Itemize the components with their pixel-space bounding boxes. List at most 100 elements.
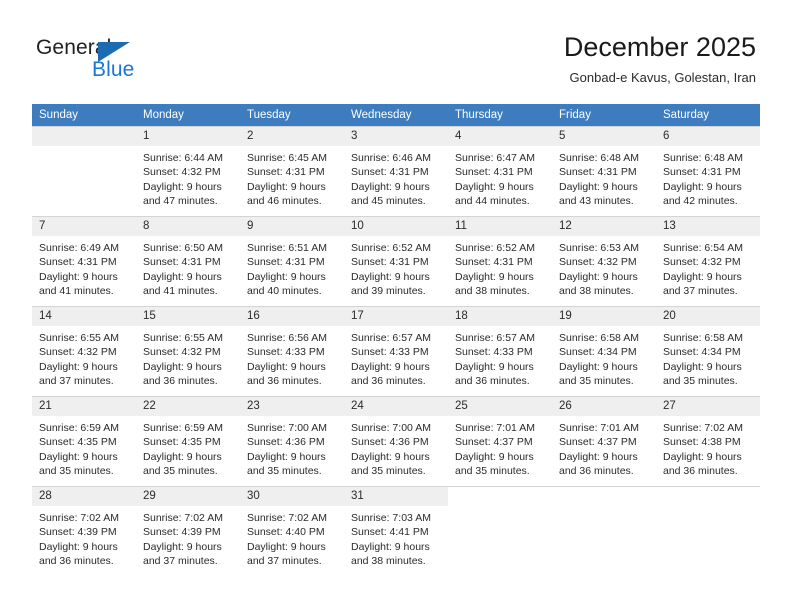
sunrise-text: Sunrise: 6:49 AM bbox=[39, 242, 119, 254]
day-info: Sunrise: 6:52 AM Sunset: 4:31 PM Daylight:… bbox=[344, 236, 448, 298]
day-number bbox=[656, 487, 760, 506]
sunrise-text: Sunrise: 6:45 AM bbox=[247, 152, 327, 164]
weekday-header-wednesday: Wednesday bbox=[344, 104, 448, 127]
day-number: 9 bbox=[240, 217, 344, 236]
day-cell[interactable]: 4 Sunrise: 6:47 AM Sunset: 4:31 PM Daylight… bbox=[448, 126, 552, 217]
daylight-text: Daylight: 9 hours and 36 minutes. bbox=[455, 360, 534, 387]
calendar-week-row: 14 Sunrise: 6:55 AM Sunset: 4:32 PM Dayligh… bbox=[32, 306, 760, 397]
location-subtitle: Gonbad-e Kavus, Golestan, Iran bbox=[569, 70, 756, 85]
daylight-text: Daylight: 9 hours and 35 minutes. bbox=[351, 450, 430, 477]
daylight-text: Daylight: 9 hours and 36 minutes. bbox=[143, 360, 222, 387]
day-info: Sunrise: 6:56 AM Sunset: 4:33 PM Daylight:… bbox=[240, 326, 344, 388]
day-cell[interactable]: 18 Sunrise: 6:57 AM Sunset: 4:33 PM Dayligh… bbox=[448, 306, 552, 397]
sunrise-text: Sunrise: 6:55 AM bbox=[39, 332, 119, 344]
daylight-text: Daylight: 9 hours and 37 minutes. bbox=[39, 360, 118, 387]
day-cell[interactable]: 11 Sunrise: 6:52 AM Sunset: 4:31 PM Dayligh… bbox=[448, 216, 552, 307]
day-cell-empty bbox=[32, 126, 136, 217]
day-cell[interactable]: 15 Sunrise: 6:55 AM Sunset: 4:32 PM Dayligh… bbox=[136, 306, 240, 397]
weekday-header-saturday: Saturday bbox=[656, 104, 760, 127]
day-cell[interactable]: 21 Sunrise: 6:59 AM Sunset: 4:35 PM Dayligh… bbox=[32, 396, 136, 487]
sunrise-text: Sunrise: 6:53 AM bbox=[559, 242, 639, 254]
daylight-text: Daylight: 9 hours and 35 minutes. bbox=[247, 450, 326, 477]
sunrise-text: Sunrise: 7:00 AM bbox=[247, 422, 327, 434]
day-info: Sunrise: 6:58 AM Sunset: 4:34 PM Daylight:… bbox=[656, 326, 760, 388]
day-cell[interactable]: 28 Sunrise: 7:02 AM Sunset: 4:39 PM Dayligh… bbox=[32, 486, 136, 577]
sunset-text: Sunset: 4:32 PM bbox=[39, 346, 117, 359]
day-info: Sunrise: 6:50 AM Sunset: 4:31 PM Daylight:… bbox=[136, 236, 240, 298]
day-cell[interactable]: 27 Sunrise: 7:02 AM Sunset: 4:38 PM Dayligh… bbox=[656, 396, 760, 487]
day-cell[interactable]: 23 Sunrise: 7:00 AM Sunset: 4:36 PM Dayligh… bbox=[240, 396, 344, 487]
day-cell[interactable]: 10 Sunrise: 6:52 AM Sunset: 4:31 PM Dayligh… bbox=[344, 216, 448, 307]
day-cell[interactable]: 14 Sunrise: 6:55 AM Sunset: 4:32 PM Dayligh… bbox=[32, 306, 136, 397]
sunset-text: Sunset: 4:32 PM bbox=[143, 346, 221, 359]
day-info: Sunrise: 6:48 AM Sunset: 4:31 PM Daylight:… bbox=[552, 146, 656, 208]
sunset-text: Sunset: 4:37 PM bbox=[559, 436, 637, 449]
page-title: December 2025 bbox=[563, 32, 756, 62]
day-info: Sunrise: 7:01 AM Sunset: 4:37 PM Daylight:… bbox=[448, 416, 552, 478]
day-cell[interactable]: 20 Sunrise: 6:58 AM Sunset: 4:34 PM Dayligh… bbox=[656, 306, 760, 397]
daylight-text: Daylight: 9 hours and 43 minutes. bbox=[559, 180, 638, 207]
day-cell[interactable]: 1 Sunrise: 6:44 AM Sunset: 4:32 PM Daylight… bbox=[136, 126, 240, 217]
sunrise-text: Sunrise: 7:03 AM bbox=[351, 512, 431, 524]
daylight-text: Daylight: 9 hours and 44 minutes. bbox=[455, 180, 534, 207]
day-cell[interactable]: 9 Sunrise: 6:51 AM Sunset: 4:31 PM Daylight… bbox=[240, 216, 344, 307]
day-info: Sunrise: 6:47 AM Sunset: 4:31 PM Daylight:… bbox=[448, 146, 552, 208]
day-info: Sunrise: 7:02 AM Sunset: 4:38 PM Daylight:… bbox=[656, 416, 760, 478]
daylight-text: Daylight: 9 hours and 40 minutes. bbox=[247, 270, 326, 297]
day-info: Sunrise: 6:55 AM Sunset: 4:32 PM Daylight:… bbox=[136, 326, 240, 388]
day-number: 5 bbox=[552, 127, 656, 146]
sunrise-text: Sunrise: 6:51 AM bbox=[247, 242, 327, 254]
daylight-text: Daylight: 9 hours and 36 minutes. bbox=[247, 360, 326, 387]
day-cell[interactable]: 16 Sunrise: 6:56 AM Sunset: 4:33 PM Dayligh… bbox=[240, 306, 344, 397]
sunset-text: Sunset: 4:36 PM bbox=[247, 436, 325, 449]
daylight-text: Daylight: 9 hours and 35 minutes. bbox=[455, 450, 534, 477]
daylight-text: Daylight: 9 hours and 36 minutes. bbox=[663, 450, 742, 477]
day-cell[interactable]: 19 Sunrise: 6:58 AM Sunset: 4:34 PM Dayligh… bbox=[552, 306, 656, 397]
day-info: Sunrise: 7:02 AM Sunset: 4:40 PM Daylight:… bbox=[240, 506, 344, 568]
day-number: 22 bbox=[136, 397, 240, 416]
day-cell[interactable]: 2 Sunrise: 6:45 AM Sunset: 4:31 PM Daylight… bbox=[240, 126, 344, 217]
day-cell-empty bbox=[656, 486, 760, 577]
day-number: 27 bbox=[656, 397, 760, 416]
sunrise-text: Sunrise: 6:54 AM bbox=[663, 242, 743, 254]
day-number: 12 bbox=[552, 217, 656, 236]
calendar-week-row: 28 Sunrise: 7:02 AM Sunset: 4:39 PM Dayligh… bbox=[32, 486, 760, 577]
day-info: Sunrise: 6:59 AM Sunset: 4:35 PM Daylight:… bbox=[136, 416, 240, 478]
day-cell[interactable]: 6 Sunrise: 6:48 AM Sunset: 4:31 PM Daylight… bbox=[656, 126, 760, 217]
day-number bbox=[448, 487, 552, 506]
day-number: 16 bbox=[240, 307, 344, 326]
sunset-text: Sunset: 4:40 PM bbox=[247, 526, 325, 539]
day-info: Sunrise: 6:54 AM Sunset: 4:32 PM Daylight:… bbox=[656, 236, 760, 298]
weekday-header-friday: Friday bbox=[552, 104, 656, 127]
calendar-week-row: 21 Sunrise: 6:59 AM Sunset: 4:35 PM Dayligh… bbox=[32, 396, 760, 487]
day-cell[interactable]: 31 Sunrise: 7:03 AM Sunset: 4:41 PM Dayligh… bbox=[344, 486, 448, 577]
day-cell[interactable]: 12 Sunrise: 6:53 AM Sunset: 4:32 PM Dayligh… bbox=[552, 216, 656, 307]
day-cell[interactable]: 17 Sunrise: 6:57 AM Sunset: 4:33 PM Dayligh… bbox=[344, 306, 448, 397]
daylight-text: Daylight: 9 hours and 36 minutes. bbox=[351, 360, 430, 387]
day-cell[interactable]: 29 Sunrise: 7:02 AM Sunset: 4:39 PM Dayligh… bbox=[136, 486, 240, 577]
day-cell[interactable]: 5 Sunrise: 6:48 AM Sunset: 4:31 PM Daylight… bbox=[552, 126, 656, 217]
daylight-text: Daylight: 9 hours and 37 minutes. bbox=[143, 540, 222, 567]
day-cell[interactable]: 7 Sunrise: 6:49 AM Sunset: 4:31 PM Daylight… bbox=[32, 216, 136, 307]
daylight-text: Daylight: 9 hours and 41 minutes. bbox=[39, 270, 118, 297]
sunrise-text: Sunrise: 6:58 AM bbox=[663, 332, 743, 344]
day-cell[interactable]: 3 Sunrise: 6:46 AM Sunset: 4:31 PM Daylight… bbox=[344, 126, 448, 217]
day-cell[interactable]: 30 Sunrise: 7:02 AM Sunset: 4:40 PM Dayligh… bbox=[240, 486, 344, 577]
daylight-text: Daylight: 9 hours and 35 minutes. bbox=[663, 360, 742, 387]
generalblue-logo[interactable]: General Blue bbox=[36, 36, 216, 88]
sunrise-text: Sunrise: 6:47 AM bbox=[455, 152, 535, 164]
day-cell[interactable]: 8 Sunrise: 6:50 AM Sunset: 4:31 PM Daylight… bbox=[136, 216, 240, 307]
sunset-text: Sunset: 4:38 PM bbox=[663, 436, 741, 449]
sunset-text: Sunset: 4:41 PM bbox=[351, 526, 429, 539]
sunset-text: Sunset: 4:32 PM bbox=[663, 256, 741, 269]
day-cell[interactable]: 24 Sunrise: 7:00 AM Sunset: 4:36 PM Dayligh… bbox=[344, 396, 448, 487]
day-cell[interactable]: 25 Sunrise: 7:01 AM Sunset: 4:37 PM Dayligh… bbox=[448, 396, 552, 487]
sunset-text: Sunset: 4:35 PM bbox=[143, 436, 221, 449]
calendar-page: General Blue December 2025 Gonbad-e Kavu… bbox=[0, 0, 792, 612]
sunrise-text: Sunrise: 6:46 AM bbox=[351, 152, 431, 164]
sunset-text: Sunset: 4:34 PM bbox=[663, 346, 741, 359]
sunrise-text: Sunrise: 7:01 AM bbox=[559, 422, 639, 434]
day-cell[interactable]: 26 Sunrise: 7:01 AM Sunset: 4:37 PM Dayligh… bbox=[552, 396, 656, 487]
day-cell[interactable]: 13 Sunrise: 6:54 AM Sunset: 4:32 PM Dayligh… bbox=[656, 216, 760, 307]
day-cell[interactable]: 22 Sunrise: 6:59 AM Sunset: 4:35 PM Dayligh… bbox=[136, 396, 240, 487]
